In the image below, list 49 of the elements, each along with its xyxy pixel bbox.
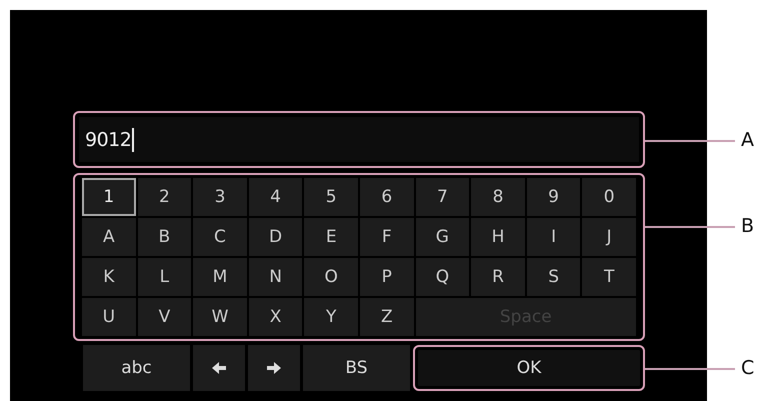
ok-button[interactable]: OK xyxy=(413,345,645,391)
keyboard-key[interactable]: O xyxy=(304,258,358,296)
keyboard-key[interactable]: F xyxy=(360,218,414,256)
keyboard-key[interactable]: Q xyxy=(416,258,470,296)
keyboard-key[interactable]: U xyxy=(82,298,136,336)
keyboard-key[interactable]: K xyxy=(82,258,136,296)
keyboard-key[interactable]: 1 xyxy=(82,178,136,216)
keyboard-key[interactable]: 3 xyxy=(193,178,247,216)
keyboard-key[interactable]: 5 xyxy=(304,178,358,216)
keyboard-key[interactable]: L xyxy=(138,258,192,296)
callout-label: C xyxy=(741,356,754,380)
keyboard-key[interactable]: Y xyxy=(304,298,358,336)
keyboard-key[interactable]: R xyxy=(471,258,525,296)
keyboard-key[interactable]: D xyxy=(248,218,302,256)
keyboard-key[interactable]: A xyxy=(82,218,136,256)
left-arrow-icon xyxy=(210,360,228,376)
input-text: 9012 xyxy=(85,128,132,150)
keyboard-key[interactable]: B xyxy=(138,218,192,256)
right-arrow-icon xyxy=(265,360,283,376)
keyboard-key[interactable]: 8 xyxy=(471,178,525,216)
right-arrow-key[interactable] xyxy=(248,345,300,391)
keyboard-key[interactable]: G xyxy=(416,218,470,256)
keyboard-key[interactable]: BS xyxy=(303,345,410,391)
keyboard-key[interactable]: 2 xyxy=(138,178,192,216)
keyboard-key[interactable]: T xyxy=(582,258,636,296)
keyboard-key[interactable]: J xyxy=(582,218,636,256)
keyboard-key[interactable]: 0 xyxy=(582,178,636,216)
keyboard-key[interactable]: C xyxy=(193,218,247,256)
text-caret xyxy=(132,128,134,152)
keyboard-key[interactable]: S xyxy=(526,258,580,296)
keyboard-key[interactable]: 6 xyxy=(360,178,414,216)
keyboard-key[interactable]: abc xyxy=(83,345,190,391)
callout-label: B xyxy=(741,214,754,238)
keyboard-key[interactable]: N xyxy=(248,258,302,296)
keyboard-key[interactable]: Z xyxy=(360,298,414,336)
left-arrow-key[interactable] xyxy=(193,345,245,391)
keyboard-key[interactable]: W xyxy=(193,298,247,336)
keyboard-key[interactable]: 7 xyxy=(416,178,470,216)
keyboard-key[interactable]: M xyxy=(193,258,247,296)
keyboard-key[interactable]: V xyxy=(138,298,192,336)
keyboard-key[interactable]: P xyxy=(360,258,414,296)
keyboard-key[interactable]: X xyxy=(248,298,302,336)
input-field[interactable]: 9012 xyxy=(73,111,645,168)
keyboard-key[interactable]: I xyxy=(526,218,580,256)
keyboard-key[interactable]: 9 xyxy=(526,178,580,216)
keyboard-key[interactable]: E xyxy=(304,218,358,256)
keyboard-key[interactable]: H xyxy=(471,218,525,256)
keyboard-key[interactable]: 4 xyxy=(248,178,302,216)
callout-label: A xyxy=(741,128,754,152)
